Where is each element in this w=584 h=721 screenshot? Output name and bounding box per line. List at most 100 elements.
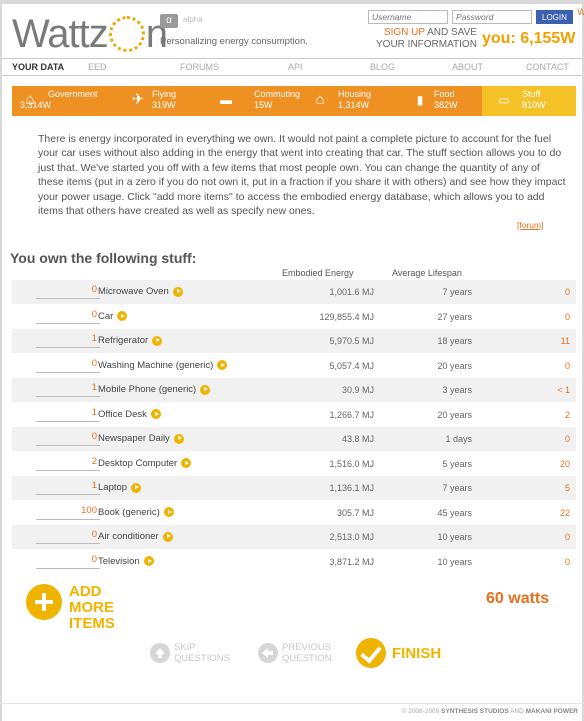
play-arrow-icon[interactable] (181, 458, 192, 468)
item-name-link[interactable]: Mobile Phone (generic) (98, 384, 211, 395)
nav-about[interactable]: ABOUT (452, 62, 483, 72)
copyright: © 2008-2009 SYNTHESIS STUDIOS AND MAKANI… (402, 708, 578, 715)
quantity-input[interactable]: 1 (36, 382, 100, 397)
category-commuting[interactable]: ▬ Commuting 15W (200, 86, 300, 116)
table-row: 2 Desktop Computer 1,516.0 MJ 5 years 20 (12, 452, 576, 476)
play-arrow-icon[interactable] (163, 507, 174, 517)
tagline: Personalizing energy consumption. (160, 36, 308, 47)
skip-questions-button[interactable]: SKIP QUESTIONS (150, 642, 234, 664)
play-arrow-icon[interactable] (152, 335, 163, 346)
password-input[interactable] (452, 10, 532, 24)
item-name-link[interactable]: Office Desk (98, 409, 161, 420)
copyright-studio-synthesis[interactable]: SYNTHESIS STUDIOS (441, 708, 509, 715)
item-name-link[interactable]: Washing Machine (generic) (98, 360, 228, 371)
table-row: 0 Car 129,855.4 MJ 27 years 0 (12, 305, 576, 329)
signup-text-rest: AND SAVE (424, 27, 477, 38)
quantity-input[interactable]: 0 (36, 284, 100, 299)
previous-question-button[interactable]: PREVIOUS QUESTION (258, 642, 342, 664)
item-name-link[interactable]: Desktop Computer (98, 458, 192, 469)
item-watts: < 1 (557, 385, 570, 395)
quantity-input[interactable]: 0 (36, 358, 100, 373)
category-label: Housing (338, 89, 372, 99)
item-name-link[interactable]: Air conditioner (98, 531, 173, 542)
category-food[interactable]: ▮ Food 382W (388, 86, 482, 116)
play-arrow-icon[interactable] (217, 360, 228, 370)
table-row: 1 Office Desk 1,266.7 MJ 20 years 2 (12, 403, 576, 427)
item-name-link[interactable]: Newspaper Daily (98, 433, 184, 444)
wattzon-logo[interactable]: Wattz n (12, 14, 168, 54)
embodied-energy: 2,513.0 MJ (329, 532, 374, 542)
add-more-icon[interactable] (26, 584, 62, 620)
house-icon: ⌂ (315, 91, 325, 108)
item-watts: 2 (564, 409, 570, 420)
category-government[interactable]: ⌂ Government 3,314W (12, 86, 106, 116)
copyright-and: AND (508, 708, 526, 715)
average-lifespan: 20 years (437, 360, 472, 371)
item-name: Office Desk (98, 408, 147, 420)
quantity-input[interactable]: 1 (36, 407, 100, 422)
nav-blog[interactable]: BLOG (370, 62, 395, 72)
average-lifespan: 5 years (442, 458, 472, 469)
nav-forums[interactable]: FORUMS (180, 62, 219, 72)
quantity-input[interactable]: 0 (36, 431, 100, 446)
item-name-link[interactable]: Microwave Oven (98, 286, 183, 297)
table-row: 0 Television 3,871.2 MJ 10 years 0 (12, 550, 576, 574)
item-watts: 0 (564, 311, 570, 322)
forum-link[interactable]: [forum] (517, 220, 543, 230)
chair-icon: ▭ (498, 93, 510, 107)
quantity-input[interactable]: 0 (36, 554, 100, 569)
embodied-energy: 3,871.2 MJ (329, 556, 374, 567)
category-label: Stuff (522, 89, 541, 99)
item-name-link[interactable]: Laptop (98, 482, 142, 493)
window-left-border (0, 0, 2, 721)
nav-eed[interactable]: EED (88, 62, 107, 72)
play-arrow-icon[interactable] (131, 482, 142, 493)
category-watts: 3,314W (20, 100, 52, 110)
item-name-link[interactable]: Refrigerator (98, 335, 163, 346)
item-name-link[interactable]: Car (98, 311, 128, 322)
item-name: Book (generic) (98, 506, 160, 518)
table-row: 1 Mobile Phone (generic) 30.9 MJ 3 years < 1 (12, 378, 576, 402)
quantity-input[interactable]: 100 (36, 505, 100, 520)
quantity-input[interactable]: 1 (36, 333, 100, 348)
signup-link[interactable]: SIGN UP (384, 27, 425, 38)
average-lifespan: 18 years (437, 336, 472, 346)
nav-api[interactable]: API (288, 62, 303, 72)
quantity-input[interactable]: 0 (36, 529, 100, 544)
left-arrow-icon (258, 643, 278, 663)
user-total-watts: you: 6,155W (482, 30, 576, 47)
item-name-link[interactable]: Television (98, 556, 154, 567)
category-flying[interactable]: ✈ Flying 319W (106, 86, 200, 116)
average-lifespan: 3 years (442, 385, 472, 395)
quantity-input[interactable]: 2 (36, 456, 100, 471)
average-lifespan: 27 years (437, 311, 472, 322)
nav-your-data[interactable]: YOUR DATA (12, 62, 64, 72)
finish-label: FINISH (392, 644, 442, 662)
quantity-input[interactable]: 1 (36, 480, 100, 495)
embodied-energy: 5,970.5 MJ (329, 336, 374, 346)
category-housing[interactable]: ⌂ Housing 1,314W (294, 86, 388, 116)
embodied-energy: 1,516.0 MJ (329, 458, 374, 469)
nav-contact[interactable]: CONTACT (526, 62, 569, 72)
add-more-items-button[interactable]: ADD MORE ITEMS (69, 584, 149, 632)
category-stuff[interactable]: ▭ Stuff 810W (482, 86, 576, 116)
play-arrow-icon[interactable] (150, 409, 161, 419)
logo-o-icon (108, 16, 145, 52)
username-input[interactable] (368, 10, 448, 24)
play-arrow-icon[interactable] (200, 384, 211, 395)
play-arrow-icon[interactable] (173, 433, 184, 444)
item-name-link[interactable]: Book (generic) (98, 507, 174, 518)
play-arrow-icon[interactable] (162, 531, 173, 542)
average-lifespan: 7 years (442, 287, 472, 297)
car-icon: ▬ (220, 93, 232, 107)
main-nav: YOUR DATA EED FORUMS API BLOG ABOUT CONT… (2, 58, 582, 76)
play-arrow-icon[interactable] (143, 556, 154, 566)
average-lifespan: 10 years (437, 556, 472, 567)
play-arrow-icon[interactable] (172, 286, 183, 297)
copyright-studio-makani[interactable]: MAKANI POWER (526, 708, 578, 715)
quantity-input[interactable]: 0 (36, 309, 100, 324)
finish-button[interactable]: FINISH (356, 638, 441, 668)
item-watts: 5 (564, 483, 570, 493)
play-arrow-icon[interactable] (117, 311, 128, 321)
average-lifespan: 1 days (445, 434, 472, 444)
